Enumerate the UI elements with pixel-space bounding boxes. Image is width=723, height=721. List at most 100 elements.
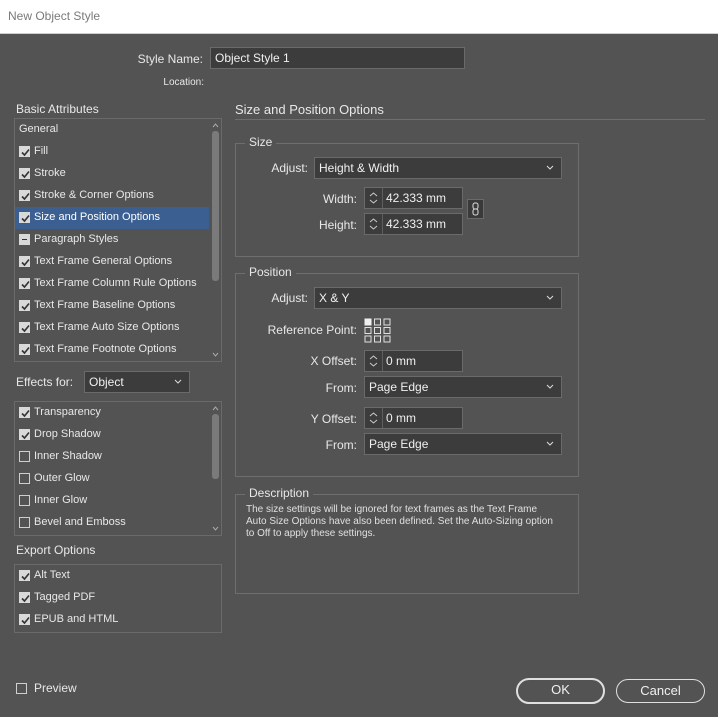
- list-item[interactable]: Text Frame Footnote Options: [15, 339, 209, 361]
- basic-attributes-list[interactable]: Text Frame Footnote Options Text Frame Au…: [14, 118, 222, 362]
- list-item[interactable]: Inner Shadow: [15, 446, 209, 468]
- basic-attributes-heading: Basic Attributes: [16, 102, 99, 116]
- list-item-label: Tagged PDF: [34, 591, 96, 603]
- basic-attributes-scrollbar[interactable]: [210, 119, 221, 361]
- list-item[interactable]: Alt Text: [15, 565, 221, 587]
- list-item-checkbox[interactable]: [19, 592, 30, 603]
- list-item-checkbox[interactable]: [19, 517, 30, 528]
- scroll-down-icon[interactable]: [210, 350, 221, 360]
- list-item-label: Inner Shadow: [34, 450, 102, 462]
- list-item-checkbox[interactable]: [19, 570, 30, 581]
- style-name-input[interactable]: Object Style 1: [210, 47, 465, 69]
- list-item-checkbox[interactable]: [19, 322, 30, 333]
- link-chain-icon: [472, 202, 479, 216]
- size-adjust-select[interactable]: Height & Width: [314, 157, 562, 179]
- stepper-arrows-icon: [369, 192, 378, 204]
- list-item-checkbox[interactable]: [19, 278, 30, 289]
- list-item[interactable]: Size and Position Options: [15, 207, 209, 229]
- chevron-down-icon: [546, 295, 554, 300]
- stepper-arrows-icon: [369, 355, 378, 367]
- list-item-checkbox[interactable]: [19, 473, 30, 484]
- list-item-label: Stroke & Corner Options: [34, 189, 154, 201]
- list-item[interactable]: Bevel and Emboss: [15, 512, 209, 534]
- ok-button[interactable]: OK: [516, 678, 605, 704]
- description-line: Auto Size Options have also been defined…: [246, 516, 553, 527]
- list-item[interactable]: Text Frame Baseline Options: [15, 295, 209, 317]
- stepper-arrows-icon: [369, 412, 378, 424]
- basic-attributes-scroll-thumb[interactable]: [212, 131, 219, 281]
- list-item[interactable]: Tagged PDF: [15, 587, 221, 609]
- x-from-select[interactable]: Page Edge: [364, 376, 562, 398]
- list-item[interactable]: Text Frame Column Rule Options: [15, 273, 209, 295]
- height-field[interactable]: 42.333 mm: [364, 213, 463, 235]
- list-item-checkbox[interactable]: [19, 407, 30, 418]
- list-item-checkbox[interactable]: [19, 429, 30, 440]
- preview-checkbox[interactable]: [16, 683, 27, 694]
- list-item-checkbox[interactable]: [19, 146, 30, 157]
- list-item-checkbox[interactable]: [19, 190, 30, 201]
- list-item-checkbox[interactable]: [19, 614, 30, 625]
- list-item[interactable]: General: [15, 119, 209, 141]
- x-from-value: Page Edge: [369, 380, 429, 394]
- chevron-down-icon: [546, 384, 554, 389]
- width-stepper[interactable]: [365, 188, 383, 208]
- list-item-checkbox[interactable]: [19, 495, 30, 506]
- y-offset-field[interactable]: 0 mm: [364, 407, 463, 429]
- list-item[interactable]: Transparency: [15, 402, 209, 424]
- constrain-proportions-button[interactable]: [467, 199, 484, 219]
- effects-scroll-thumb[interactable]: [212, 414, 219, 479]
- scroll-up-icon[interactable]: [210, 403, 221, 413]
- list-item-checkbox[interactable]: [19, 300, 30, 311]
- effects-list[interactable]: Bevel and Emboss Inner Glow Outer Glow Inne…: [14, 401, 222, 536]
- size-group-title: Size: [245, 135, 277, 149]
- reference-point-label: Reference Point:: [267, 323, 357, 337]
- list-item-checkbox[interactable]: [19, 212, 30, 223]
- list-item[interactable]: Fill: [15, 141, 209, 163]
- x-offset-field[interactable]: 0 mm: [364, 350, 463, 372]
- scroll-up-icon[interactable]: [210, 120, 221, 130]
- x-offset-stepper[interactable]: [365, 351, 383, 371]
- y-offset-value: 0 mm: [386, 411, 416, 425]
- chevron-down-icon: [546, 165, 554, 170]
- list-item-checkbox[interactable]: [19, 168, 30, 179]
- y-offset-stepper[interactable]: [365, 408, 383, 428]
- y-from-select[interactable]: Page Edge: [364, 433, 562, 455]
- x-offset-value: 0 mm: [386, 354, 416, 368]
- list-item-checkbox[interactable]: [19, 256, 30, 267]
- list-item-label: Text Frame Column Rule Options: [34, 277, 197, 289]
- list-item[interactable]: Inner Glow: [15, 490, 209, 512]
- list-item-checkbox[interactable]: [19, 451, 30, 462]
- list-item[interactable]: Drop Shadow: [15, 424, 209, 446]
- list-item-label: Transparency: [34, 406, 101, 418]
- list-item-label: Stroke: [34, 167, 66, 179]
- preview-checkbox-row[interactable]: Preview: [14, 680, 94, 698]
- list-item[interactable]: Text Frame Auto Size Options: [15, 317, 209, 339]
- position-adjust-value: X & Y: [319, 291, 350, 305]
- position-adjust-select[interactable]: X & Y: [314, 287, 562, 309]
- height-stepper[interactable]: [365, 214, 383, 234]
- list-item[interactable]: Paragraph Styles: [15, 229, 209, 251]
- effects-for-select[interactable]: Object: [84, 371, 190, 393]
- effects-scrollbar[interactable]: [210, 402, 221, 535]
- x-offset-label: X Offset:: [310, 354, 357, 368]
- list-item-checkbox[interactable]: [19, 344, 30, 355]
- preview-label: Preview: [34, 681, 77, 695]
- list-item-checkbox[interactable]: [19, 234, 30, 245]
- width-field[interactable]: 42.333 mm: [364, 187, 463, 209]
- list-item[interactable]: Stroke & Corner Options: [15, 185, 209, 207]
- location-label: Location:: [163, 77, 204, 88]
- style-name-label: Style Name:: [137, 52, 203, 66]
- cancel-button[interactable]: Cancel: [616, 679, 705, 703]
- list-item-label: EPUB and HTML: [34, 613, 119, 625]
- scroll-down-icon[interactable]: [210, 524, 221, 534]
- reference-point-grid-icon[interactable]: [364, 318, 391, 343]
- stepper-arrows-icon: [369, 218, 378, 230]
- width-value: 42.333 mm: [386, 191, 447, 205]
- list-item[interactable]: EPUB and HTML: [15, 609, 221, 631]
- list-item-label: Inner Glow: [34, 494, 88, 506]
- y-from-value: Page Edge: [369, 437, 429, 451]
- list-item[interactable]: Text Frame General Options: [15, 251, 209, 273]
- list-item[interactable]: Outer Glow: [15, 468, 209, 490]
- description-line: to Off to apply these settings.: [246, 528, 376, 539]
- list-item[interactable]: Stroke: [15, 163, 209, 185]
